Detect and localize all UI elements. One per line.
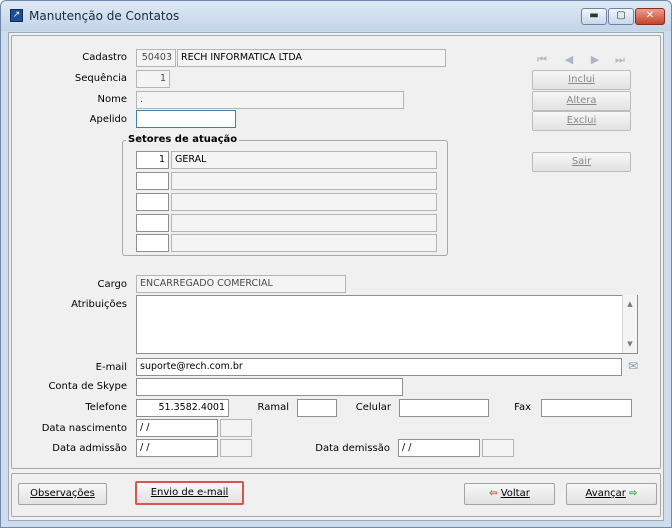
setor-name-field: GERAL bbox=[171, 151, 437, 169]
cadastro-code-field: 50403 bbox=[136, 49, 176, 67]
cadastro-name-field: RECH INFORMATICA LTDA bbox=[177, 49, 446, 67]
atribuicoes-textarea[interactable] bbox=[136, 295, 638, 354]
setor-name-field bbox=[171, 193, 437, 211]
avancar-label: Avançar bbox=[585, 488, 626, 499]
atribuicoes-scrollbar[interactable]: ▲ ▼ bbox=[622, 295, 637, 353]
envelope-icon[interactable]: ✉ bbox=[628, 360, 642, 372]
nome-label: Nome bbox=[97, 94, 128, 105]
back-arrow-icon: ⇦ bbox=[489, 488, 498, 499]
celular-field[interactable] bbox=[399, 399, 489, 417]
telefone-label: Telefone bbox=[85, 402, 127, 413]
demissao-label: Data demissão bbox=[315, 443, 390, 454]
nascimento-date-field[interactable]: / / bbox=[136, 419, 218, 437]
previous-record-icon[interactable]: ◀ bbox=[561, 53, 577, 67]
inclui-button[interactable]: Inclui bbox=[532, 70, 631, 90]
apelido-label: Apelido bbox=[89, 114, 127, 125]
demissao-extra-field bbox=[482, 439, 514, 457]
app-icon: ↗ bbox=[10, 9, 23, 22]
setores-group-title: Setores de atuação bbox=[126, 134, 240, 146]
footer-panel bbox=[11, 473, 661, 517]
fax-field[interactable] bbox=[541, 399, 632, 417]
setor-code-field[interactable] bbox=[136, 172, 169, 190]
setor-name-field bbox=[171, 234, 437, 252]
setor-name-field bbox=[171, 214, 437, 232]
cadastro-label: Cadastro bbox=[82, 52, 127, 63]
admissao-label: Data admissão bbox=[52, 443, 127, 454]
altera-button[interactable]: Altera bbox=[532, 91, 631, 111]
title-bar: ↗ Manutenção de Contatos ▬ ▢ ✕ bbox=[1, 1, 671, 31]
observacoes-button[interactable]: Observações bbox=[18, 483, 107, 505]
ramal-field[interactable] bbox=[297, 399, 337, 417]
telefone-field[interactable]: 51.3582.4001 bbox=[136, 399, 229, 417]
sair-label: Sair bbox=[571, 156, 592, 167]
setor-name-field bbox=[171, 172, 437, 190]
form-client-area: Cadastro 50403 RECH INFORMATICA LTDA Seq… bbox=[8, 32, 664, 521]
sequencia-field: 1 bbox=[136, 70, 170, 88]
minimize-button[interactable]: ▬ bbox=[581, 8, 607, 25]
envio-email-button[interactable]: Envio de e-mail bbox=[135, 481, 244, 505]
observacoes-label: Observações bbox=[30, 488, 95, 499]
exclui-label: Exclui bbox=[566, 115, 597, 126]
window: ↗ Manutenção de Contatos ▬ ▢ ✕ Cadastro … bbox=[0, 0, 672, 528]
email-field[interactable]: suporte@rech.com.br bbox=[136, 358, 622, 376]
forward-arrow-icon: ⇨ bbox=[629, 488, 638, 499]
demissao-date-field[interactable]: / / bbox=[398, 439, 480, 457]
nome-field[interactable]: . bbox=[136, 91, 404, 109]
close-button[interactable]: ✕ bbox=[635, 8, 665, 25]
window-title: Manutenção de Contatos bbox=[29, 9, 180, 23]
setor-code-field[interactable] bbox=[136, 234, 169, 252]
apelido-field[interactable] bbox=[136, 110, 236, 128]
first-record-icon[interactable]: ⏮ bbox=[534, 53, 550, 67]
maximize-button[interactable]: ▢ bbox=[608, 8, 634, 25]
admissao-date-field[interactable]: / / bbox=[136, 439, 218, 457]
altera-label: Altera bbox=[566, 95, 597, 106]
scroll-up-icon[interactable]: ▲ bbox=[623, 297, 637, 311]
exclui-button[interactable]: Exclui bbox=[532, 111, 631, 131]
admissao-extra-field bbox=[220, 439, 252, 457]
envio-email-label: Envio de e-mail bbox=[150, 487, 229, 498]
voltar-label: Voltar bbox=[500, 488, 530, 499]
inclui-label: Inclui bbox=[568, 74, 595, 85]
ramal-label: Ramal bbox=[257, 402, 289, 413]
scroll-down-icon[interactable]: ▼ bbox=[623, 337, 637, 351]
nascimento-label: Data nascimento bbox=[41, 423, 127, 434]
skype-label: Conta de Skype bbox=[48, 381, 127, 392]
setor-code-field[interactable]: 1 bbox=[136, 151, 169, 169]
next-record-icon[interactable]: ▶ bbox=[587, 53, 603, 67]
email-label: E-mail bbox=[95, 362, 127, 373]
avancar-button[interactable]: Avançar ⇨ bbox=[566, 483, 657, 505]
sequencia-label: Sequência bbox=[74, 73, 127, 84]
skype-field[interactable] bbox=[136, 378, 403, 396]
sair-button[interactable]: Sair bbox=[532, 152, 631, 172]
fax-label: Fax bbox=[514, 402, 531, 413]
voltar-button[interactable]: ⇦ Voltar bbox=[464, 483, 555, 505]
cargo-label: Cargo bbox=[97, 279, 127, 290]
setor-code-field[interactable] bbox=[136, 214, 169, 232]
cargo-field: ENCARREGADO COMERCIAL bbox=[136, 275, 346, 293]
setor-code-field[interactable] bbox=[136, 193, 169, 211]
celular-label: Celular bbox=[355, 402, 391, 413]
last-record-icon[interactable]: ⏭ bbox=[612, 53, 628, 67]
atribuicoes-label: Atribuições bbox=[71, 299, 127, 310]
nascimento-extra-field bbox=[220, 419, 252, 437]
